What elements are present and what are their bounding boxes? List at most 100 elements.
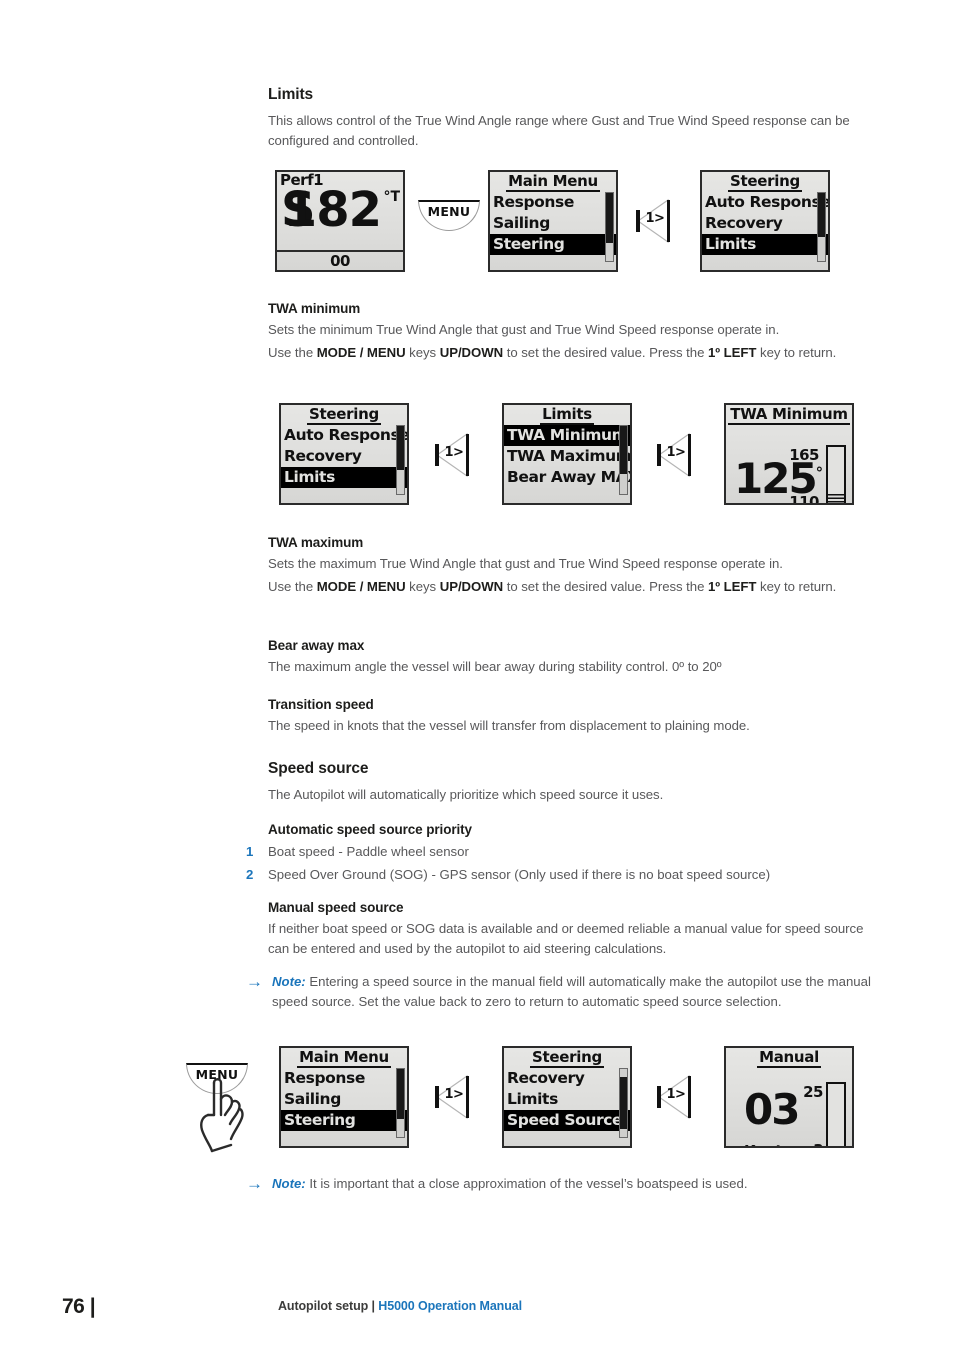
twa-minimum-title: TWA minimum xyxy=(268,301,361,316)
section-twa-minimum: TWA minimum Sets the minimum True Wind A… xyxy=(268,301,868,365)
menu-row-selected[interactable]: Speed Source xyxy=(504,1110,630,1131)
scrollbar-thumb[interactable] xyxy=(818,193,825,237)
footer-manual-title: H5000 Operation Manual xyxy=(378,1299,522,1313)
scrollbar[interactable] xyxy=(396,425,405,495)
twa-maximum-body-1: Sets the maximum True Wind Angle that gu… xyxy=(268,556,783,571)
manual-range-max: 25 xyxy=(803,1083,823,1101)
lcd-title: Steering xyxy=(728,172,802,192)
document-page: Limits This allows control of the True W… xyxy=(0,0,954,1350)
transition-speed-title: Transition speed xyxy=(268,697,374,712)
bear-away-max-title: Bear away max xyxy=(268,638,365,653)
lcd-title: Steering xyxy=(530,1048,604,1068)
scrollbar-thumb[interactable] xyxy=(606,193,613,243)
page-number: 76 | xyxy=(62,1295,96,1318)
list-item-label: Speed Over Ground (SOG) - GPS sensor (On… xyxy=(268,866,771,882)
one-degree-left-key-1[interactable]: 1> xyxy=(634,198,676,244)
one-degree-left-key-4[interactable]: 1> xyxy=(433,1074,475,1120)
scrollbar-thumb[interactable] xyxy=(620,1077,627,1129)
one-degree-left-key-label: 1> xyxy=(444,445,464,460)
menu-row-selected[interactable]: Limits xyxy=(702,234,828,255)
note-1: → Note: Entering a speed source in the m… xyxy=(246,972,886,1011)
limits-body: This allows control of the True Wind Ang… xyxy=(268,113,850,148)
twa-maximum-body-2: Use the MODE / MENU keys UP/DOWN to set … xyxy=(268,578,837,594)
scrollbar-thumb[interactable] xyxy=(397,426,404,470)
twa-min-slider[interactable] xyxy=(826,445,846,503)
scrollbar-thumb[interactable] xyxy=(397,1069,404,1119)
speed-source-body: The Autopilot will automatically priorit… xyxy=(268,787,664,802)
scrollbar[interactable] xyxy=(619,425,628,495)
scrollbar[interactable] xyxy=(396,1068,405,1138)
menu-row[interactable]: Limits xyxy=(504,1089,630,1110)
menu-row[interactable]: Auto Response xyxy=(281,425,407,446)
section-manual-speed-source: Manual speed source If neither boat spee… xyxy=(268,900,868,961)
one-degree-left-key-2[interactable]: 1> xyxy=(433,432,475,478)
transition-speed-body: The speed in knots that the vessel will … xyxy=(268,718,750,733)
one-degree-left-key-label: 1> xyxy=(645,211,665,226)
menu-key-1[interactable]: MENU xyxy=(418,200,480,231)
menu-row[interactable]: Sailing xyxy=(490,213,616,234)
section-transition-speed: Transition speed The speed in knots that… xyxy=(268,697,868,739)
section-limits: Limits This allows control of the True W… xyxy=(268,86,868,153)
section-twa-maximum: TWA maximum Sets the maximum True Wind A… xyxy=(268,535,868,599)
pointing-hand-icon xyxy=(188,1075,260,1160)
lcd-perf1-display: Perf1 S 182 °T 00 xyxy=(275,170,405,272)
menu-row[interactable]: Sailing xyxy=(281,1089,407,1110)
note-label: Note: xyxy=(272,974,306,989)
scrollbar[interactable] xyxy=(619,1068,628,1138)
menu-row-selected[interactable]: Steering xyxy=(281,1110,407,1131)
section-auto-priority: Automatic speed source priority xyxy=(268,822,868,841)
lcd-limits-menu: Limits TWA Minimum TWA Maximum Bear Away… xyxy=(502,403,632,505)
menu-row[interactable]: Auto Response xyxy=(702,192,828,213)
arrow-right-icon: → xyxy=(246,972,263,991)
manual-speed-source-body: If neither boat speed or SOG data is ava… xyxy=(268,921,864,956)
arrow-right-icon: → xyxy=(246,1174,263,1193)
footer-section: Autopilot setup | xyxy=(278,1299,379,1313)
scrollbar[interactable] xyxy=(817,192,826,262)
lcd-main-menu-1: Main Menu Response Sailing Steering xyxy=(488,170,618,272)
lcd-title: TWA Minimum xyxy=(728,405,850,425)
bear-away-max-body: The maximum angle the vessel will bear a… xyxy=(268,659,722,674)
list-item-label: Boat speed - Paddle wheel sensor xyxy=(268,844,469,859)
section-speed-source: Speed source The Autopilot will automati… xyxy=(268,760,868,808)
scrollbar[interactable] xyxy=(605,192,614,262)
perf1-readout: S 182 °T xyxy=(277,184,403,244)
menu-row[interactable]: Recovery xyxy=(702,213,828,234)
menu-row[interactable]: Bear Away MAX xyxy=(504,467,630,488)
lcd-main-menu-2: Main Menu Response Sailing Steering xyxy=(279,1046,409,1148)
menu-row[interactable]: Recovery xyxy=(504,1068,630,1089)
one-degree-left-key-label: 1> xyxy=(666,1087,686,1102)
twa-min-range-max: 165 xyxy=(789,446,819,464)
one-degree-left-key-label: 1> xyxy=(666,445,686,460)
menu-key-label: MENU xyxy=(427,204,471,219)
menu-row[interactable]: Recovery xyxy=(281,446,407,467)
speed-source-title: Speed source xyxy=(268,760,369,777)
lcd-steering-2: Steering Auto Response Recovery Limits xyxy=(279,403,409,505)
twa-minimum-body-2: Use the MODE / MENU keys UP/DOWN to set … xyxy=(268,344,837,360)
twa-minimum-body-1: Sets the minimum True Wind Angle that gu… xyxy=(268,322,780,337)
menu-row[interactable]: TWA Maximum xyxy=(504,446,630,467)
perf1-footer-value: 00 xyxy=(277,250,403,270)
scrollbar-thumb[interactable] xyxy=(620,426,627,474)
note-1-text: Note: Entering a speed source in the man… xyxy=(272,974,871,1009)
perf1-unit: °T xyxy=(383,189,400,205)
menu-row[interactable]: Response xyxy=(281,1068,407,1089)
manual-value: 03 xyxy=(744,1085,800,1134)
lcd-title: Main Menu xyxy=(297,1048,391,1068)
manual-range-min: 3 xyxy=(813,1142,823,1146)
menu-row-selected[interactable]: Limits xyxy=(281,467,407,488)
menu-row-selected[interactable]: TWA Minimum xyxy=(504,425,630,446)
page-title: Limits xyxy=(268,86,314,103)
manual-readout: 03 Knots 25 3 xyxy=(726,1068,852,1146)
manual-unit: Knots xyxy=(744,1142,791,1146)
menu-row-selected[interactable]: Steering xyxy=(490,234,616,255)
list-item: 2 Speed Over Ground (SOG) - GPS sensor (… xyxy=(246,865,886,885)
section-bear-away-max: Bear away max The maximum angle the vess… xyxy=(268,638,868,680)
manual-slider[interactable] xyxy=(826,1082,846,1146)
one-degree-left-key-5[interactable]: 1> xyxy=(655,1074,697,1120)
twa-maximum-title: TWA maximum xyxy=(268,535,364,550)
one-degree-left-key-3[interactable]: 1> xyxy=(655,432,697,478)
lcd-twa-minimum-value: TWA Minimum 125° 165 110 xyxy=(724,403,854,505)
auto-priority-title: Automatic speed source priority xyxy=(268,822,472,837)
menu-row[interactable]: Response xyxy=(490,192,616,213)
footer-caption: Autopilot setup | H5000 Operation Manual xyxy=(278,1299,522,1313)
